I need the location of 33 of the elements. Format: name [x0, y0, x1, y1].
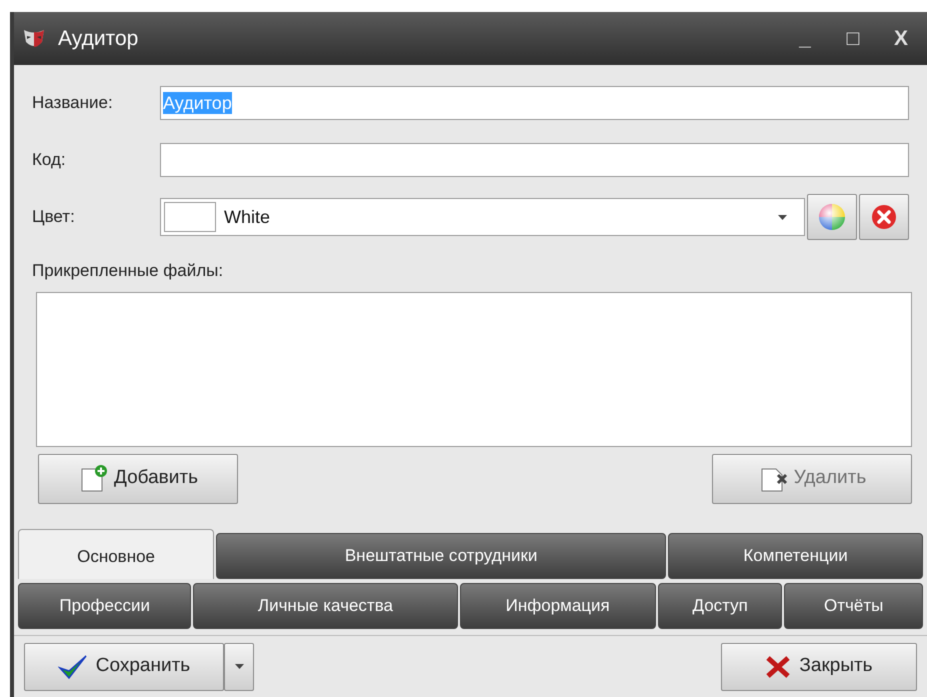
tab[interactable]: Компетенции: [668, 533, 923, 579]
color-select[interactable]: White: [160, 198, 805, 236]
text-field[interactable]: [160, 143, 909, 177]
attachments-label: Прикрепленные файлы:: [32, 260, 224, 282]
dropdown-arrow-icon: [234, 664, 244, 669]
mask-icon: [22, 28, 46, 50]
add-button[interactable]: Добавить: [38, 454, 238, 504]
field-label: Название:: [32, 92, 114, 114]
tab[interactable]: Доступ: [658, 583, 782, 629]
clear-icon: [871, 204, 897, 230]
cross-icon: [765, 656, 792, 678]
close-dialog-button[interactable]: Закрыть: [721, 642, 917, 690]
clear-color-button[interactable]: [859, 194, 909, 240]
checkmark-icon: [58, 654, 88, 680]
tab[interactable]: Основное: [18, 529, 214, 579]
tab[interactable]: Профессии: [18, 583, 192, 629]
tab[interactable]: Отчёты: [784, 583, 923, 629]
dropdown-arrow-icon: [778, 214, 787, 220]
color-wheel-icon: [817, 202, 847, 232]
color-picker-button[interactable]: [807, 194, 857, 240]
close-button[interactable]: X: [883, 22, 919, 54]
tab[interactable]: Внештатные сотрудники: [216, 533, 666, 579]
field-label: Цвет:: [32, 206, 76, 228]
field-label: Код:: [32, 149, 67, 172]
save-options-button[interactable]: [224, 642, 254, 690]
minimize-button[interactable]: _: [787, 22, 823, 54]
tab[interactable]: Личные качества: [193, 583, 458, 629]
tab[interactable]: Информация: [460, 583, 656, 629]
save-button[interactable]: Сохранить: [24, 642, 224, 690]
maximize-button[interactable]: □: [835, 22, 871, 54]
window-title: Аудитор: [58, 26, 138, 52]
color-value: White: [224, 206, 272, 228]
field-value: Аудитор: [163, 92, 232, 114]
